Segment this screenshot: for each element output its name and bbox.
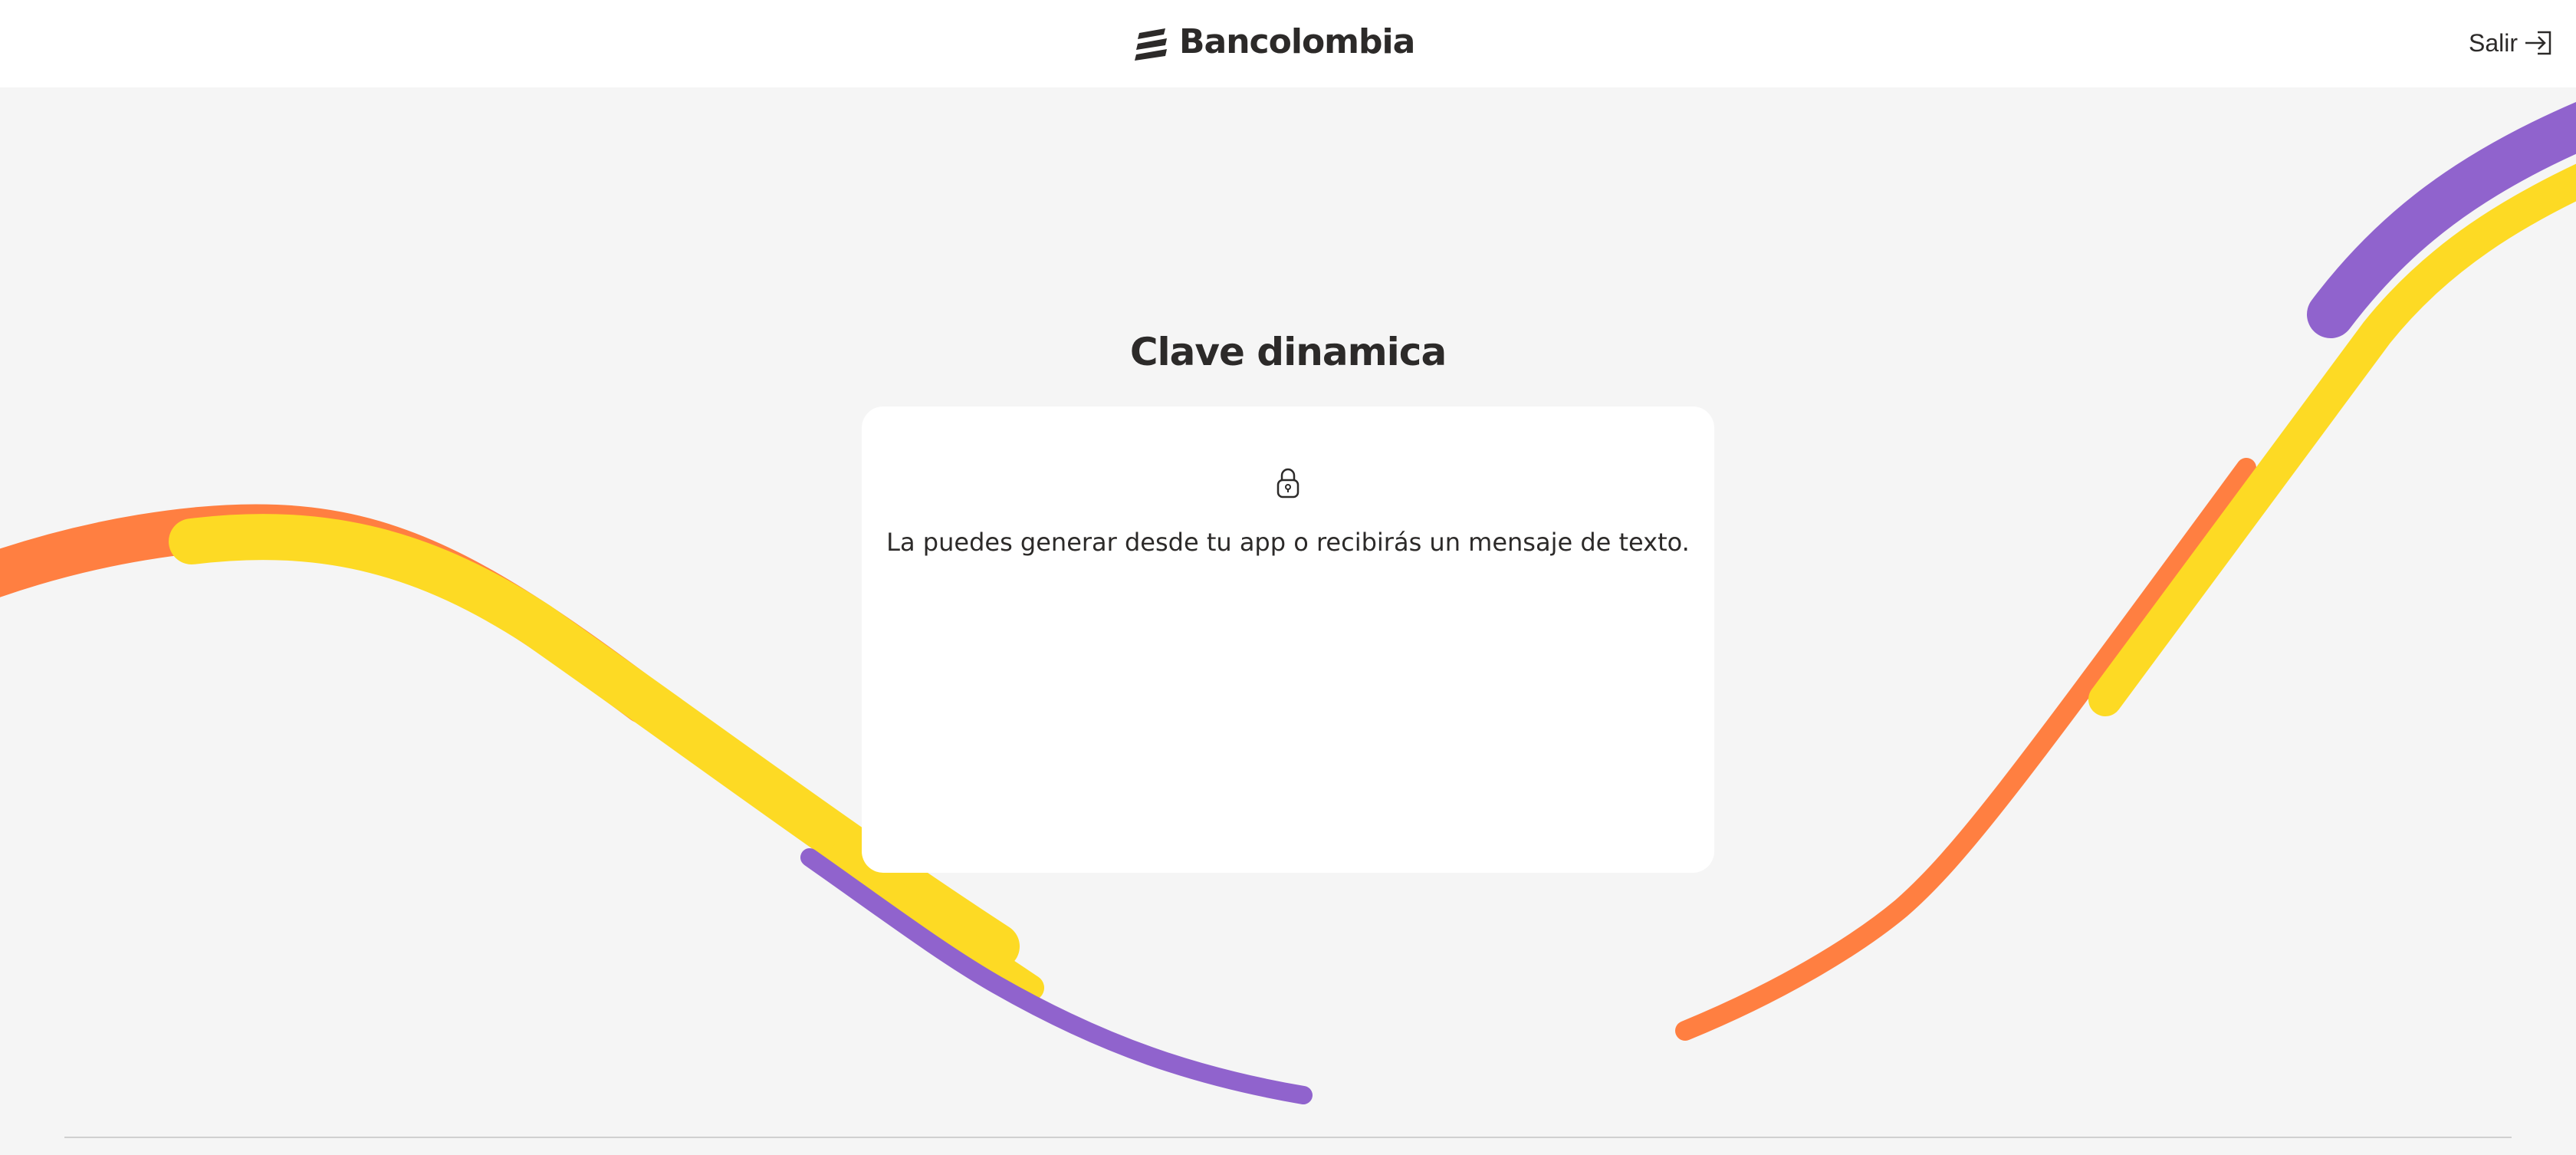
- footer-divider: [64, 1137, 2512, 1138]
- brand-logo[interactable]: Bancolombia: [1135, 20, 1415, 64]
- card-message: La puedes generar desde tu app o recibir…: [886, 528, 1690, 557]
- yellow-wave-lower: [830, 841, 1044, 1001]
- exit-label: Salir: [2468, 28, 2518, 57]
- top-header: Bancolombia Salir: [0, 0, 2576, 87]
- orange-wave-right: [1675, 458, 2256, 1041]
- yellow-wave-right: [2088, 163, 2576, 716]
- bancolombia-logo-icon: [1135, 28, 1167, 61]
- exit-icon: [2525, 31, 2551, 55]
- dynamic-key-card: La puedes generar desde tu app o recibir…: [862, 406, 1714, 873]
- brand-name: Bancolombia: [1179, 22, 1415, 61]
- lock-icon: [1276, 468, 1300, 499]
- page-title: Clave dinamica: [1129, 330, 1447, 374]
- exit-button[interactable]: Salir: [2469, 26, 2556, 60]
